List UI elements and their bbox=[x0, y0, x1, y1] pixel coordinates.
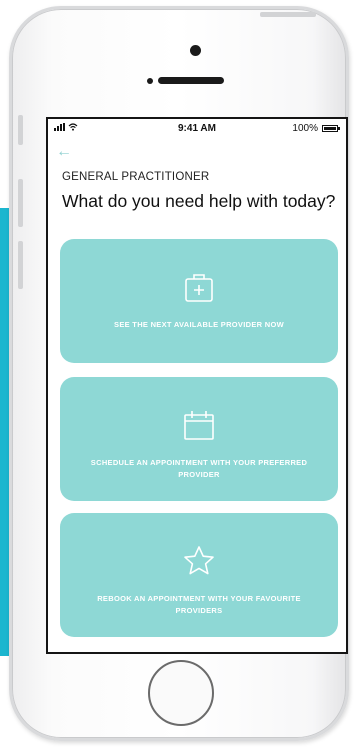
back-arrow-icon[interactable]: ← bbox=[56, 144, 72, 160]
proximity-sensor bbox=[147, 78, 153, 84]
status-bar: 9:41 AM 100% bbox=[48, 119, 346, 141]
page-title: What do you need help with today? bbox=[62, 191, 336, 211]
volume-down-button bbox=[18, 241, 23, 289]
calendar-icon bbox=[184, 411, 214, 440]
card-label: REBOOK AN APPOINTMENT WITH YOUR FAVOURIT… bbox=[97, 594, 301, 615]
battery-icon bbox=[322, 125, 340, 132]
mute-switch bbox=[18, 115, 23, 145]
phone-frame: 9:41 AM 100% ← GENERAL PRACTITIONER What… bbox=[9, 6, 349, 741]
next-available-provider-card[interactable]: SEE THE NEXT AVAILABLE PROVIDER NOW bbox=[60, 239, 338, 363]
earpiece-speaker bbox=[158, 77, 224, 84]
medical-bag-icon bbox=[185, 274, 213, 302]
card-label: SCHEDULE AN APPOINTMENT WITH YOUR PREFER… bbox=[90, 458, 308, 479]
battery-fill bbox=[324, 127, 336, 130]
volume-up-button bbox=[18, 179, 23, 227]
battery-percentage: 100% bbox=[292, 123, 318, 134]
star-icon bbox=[184, 546, 214, 575]
power-button bbox=[260, 12, 316, 17]
schedule-appointment-card[interactable]: SCHEDULE AN APPOINTMENT WITH YOUR PREFER… bbox=[60, 377, 338, 501]
rebook-appointment-card[interactable]: REBOOK AN APPOINTMENT WITH YOUR FAVOURIT… bbox=[60, 513, 338, 637]
category-label: GENERAL PRACTITIONER bbox=[62, 171, 210, 183]
home-button[interactable] bbox=[148, 660, 214, 726]
phone-screen: 9:41 AM 100% ← GENERAL PRACTITIONER What… bbox=[46, 117, 348, 654]
card-label: SEE THE NEXT AVAILABLE PROVIDER NOW bbox=[114, 320, 284, 329]
front-camera bbox=[190, 45, 201, 56]
battery-status: 100% bbox=[292, 123, 340, 134]
